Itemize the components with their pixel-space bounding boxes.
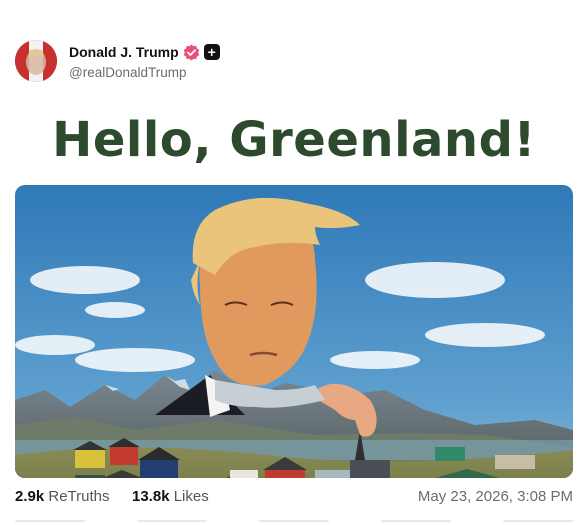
action-bar-edge [15, 520, 573, 525]
action-bar-segment [259, 520, 329, 522]
author-handle[interactable]: @realDonaldTrump [69, 65, 187, 80]
post-stats: 2.9k ReTruths 13.8k Likes May 23, 2026, … [15, 488, 573, 510]
avatar-image [15, 40, 57, 82]
action-bar-segment [381, 520, 451, 522]
post-image[interactable] [15, 185, 573, 478]
author-name-row: Donald J. Trump + [69, 42, 220, 62]
verified-badge-icon [183, 44, 200, 61]
likes-stat[interactable]: 13.8k Likes [132, 488, 209, 505]
action-bar-segment [503, 520, 573, 522]
action-bar-segment [137, 520, 207, 522]
greenland-scene [15, 185, 573, 478]
action-bar-segment [15, 520, 85, 522]
post-timestamp[interactable]: May 23, 2026, 3:08 PM [418, 488, 573, 505]
avatar[interactable] [15, 40, 57, 82]
likes-label: Likes [173, 488, 209, 505]
author-display-name[interactable]: Donald J. Trump [69, 44, 179, 60]
post-header: Donald J. Trump + @realDonaldTrump [15, 40, 575, 84]
retruths-stat[interactable]: 2.9k ReTruths [15, 488, 110, 505]
retruths-label: ReTruths [48, 488, 110, 505]
headline: Hello, Greenland! [52, 112, 536, 168]
retruths-count: 2.9k [15, 488, 45, 505]
likes-count: 13.8k [132, 488, 170, 505]
plus-icon[interactable]: + [203, 44, 220, 60]
